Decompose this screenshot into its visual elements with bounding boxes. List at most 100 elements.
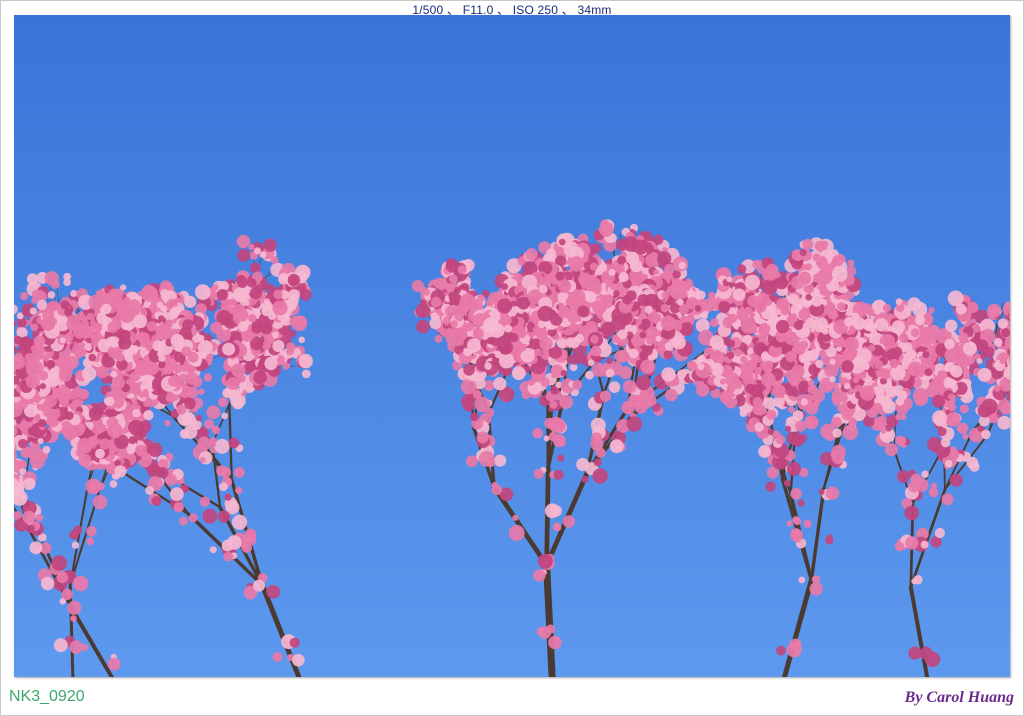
blossom <box>450 320 458 329</box>
blossom <box>560 286 567 294</box>
blossom <box>525 248 538 261</box>
blossom <box>687 361 697 371</box>
blossom <box>264 356 278 371</box>
blossom <box>109 480 118 488</box>
blossom <box>298 336 306 344</box>
blossom <box>521 390 531 400</box>
blossom <box>617 329 628 340</box>
blossom <box>562 515 575 528</box>
blossom <box>126 445 136 455</box>
blossom <box>78 388 89 400</box>
blossom <box>605 368 615 378</box>
blossom <box>595 356 603 363</box>
blossom <box>539 285 548 294</box>
blossom <box>640 318 651 330</box>
blossom <box>568 256 584 272</box>
blossom <box>639 331 647 339</box>
blossom <box>611 314 627 330</box>
blossom <box>560 370 568 377</box>
blossom <box>645 253 658 267</box>
blossom <box>625 290 637 301</box>
blossom <box>548 431 559 442</box>
blossom <box>637 294 650 306</box>
blossom <box>511 366 526 381</box>
blossom <box>465 455 478 468</box>
blossom <box>214 438 230 454</box>
blossom <box>606 357 613 365</box>
blossom <box>532 427 543 439</box>
blossom <box>588 324 597 333</box>
blossom <box>533 468 544 479</box>
blossom <box>556 338 568 349</box>
blossom <box>501 283 509 290</box>
blossom <box>572 379 583 390</box>
blossom <box>576 354 586 364</box>
blossom <box>661 367 676 382</box>
blossom <box>635 319 642 326</box>
blossom <box>292 653 305 667</box>
blossom <box>491 484 503 496</box>
blossom <box>477 294 485 302</box>
blossom <box>147 442 163 458</box>
blossom <box>478 450 495 467</box>
blossom <box>202 508 218 524</box>
blossom <box>497 298 513 314</box>
blossom <box>676 298 684 306</box>
blossom <box>581 475 589 483</box>
blossom <box>577 305 590 318</box>
blossom <box>553 469 564 480</box>
blossom <box>565 337 576 348</box>
blossom <box>253 370 267 385</box>
blossom <box>655 335 662 342</box>
blossom <box>204 419 215 430</box>
blossom <box>645 395 657 407</box>
blossom <box>266 584 280 599</box>
blossom <box>497 335 512 350</box>
blossom <box>593 458 602 467</box>
blossom <box>556 438 566 447</box>
blossom <box>548 635 562 650</box>
blossom <box>534 348 542 356</box>
blossom <box>617 255 626 265</box>
blossom <box>640 359 656 375</box>
blossom <box>592 468 608 484</box>
blossom <box>591 243 602 254</box>
blossom <box>224 493 232 501</box>
blossom <box>561 350 568 357</box>
blossom <box>289 637 300 648</box>
blossom <box>608 381 621 394</box>
blossom <box>664 263 675 275</box>
blossom <box>694 305 702 312</box>
blossom <box>444 305 456 317</box>
blossom <box>660 304 669 312</box>
blossom <box>170 487 184 501</box>
blossom <box>415 303 431 319</box>
blossom <box>508 524 525 541</box>
blossom <box>532 326 541 334</box>
blossom <box>448 274 458 284</box>
blossom <box>708 291 716 300</box>
blossom <box>457 265 467 275</box>
blossom <box>642 345 653 356</box>
blossom <box>454 287 461 295</box>
blossom <box>197 388 205 396</box>
blossom <box>614 349 628 363</box>
blossom <box>661 291 670 300</box>
blossom <box>584 291 597 303</box>
blossom <box>57 355 70 367</box>
blossom <box>678 261 686 270</box>
blossom <box>473 328 484 340</box>
blossom <box>633 395 647 408</box>
blossom <box>628 348 639 359</box>
blossom <box>209 546 217 554</box>
blossom <box>179 516 188 526</box>
blossom <box>504 324 513 333</box>
blossom <box>286 347 294 356</box>
blossom <box>58 368 72 382</box>
blossom <box>622 379 637 394</box>
branch <box>544 466 551 568</box>
blossom <box>223 551 234 562</box>
blossom <box>663 350 673 360</box>
blossom <box>599 390 612 402</box>
blossom <box>145 486 155 495</box>
